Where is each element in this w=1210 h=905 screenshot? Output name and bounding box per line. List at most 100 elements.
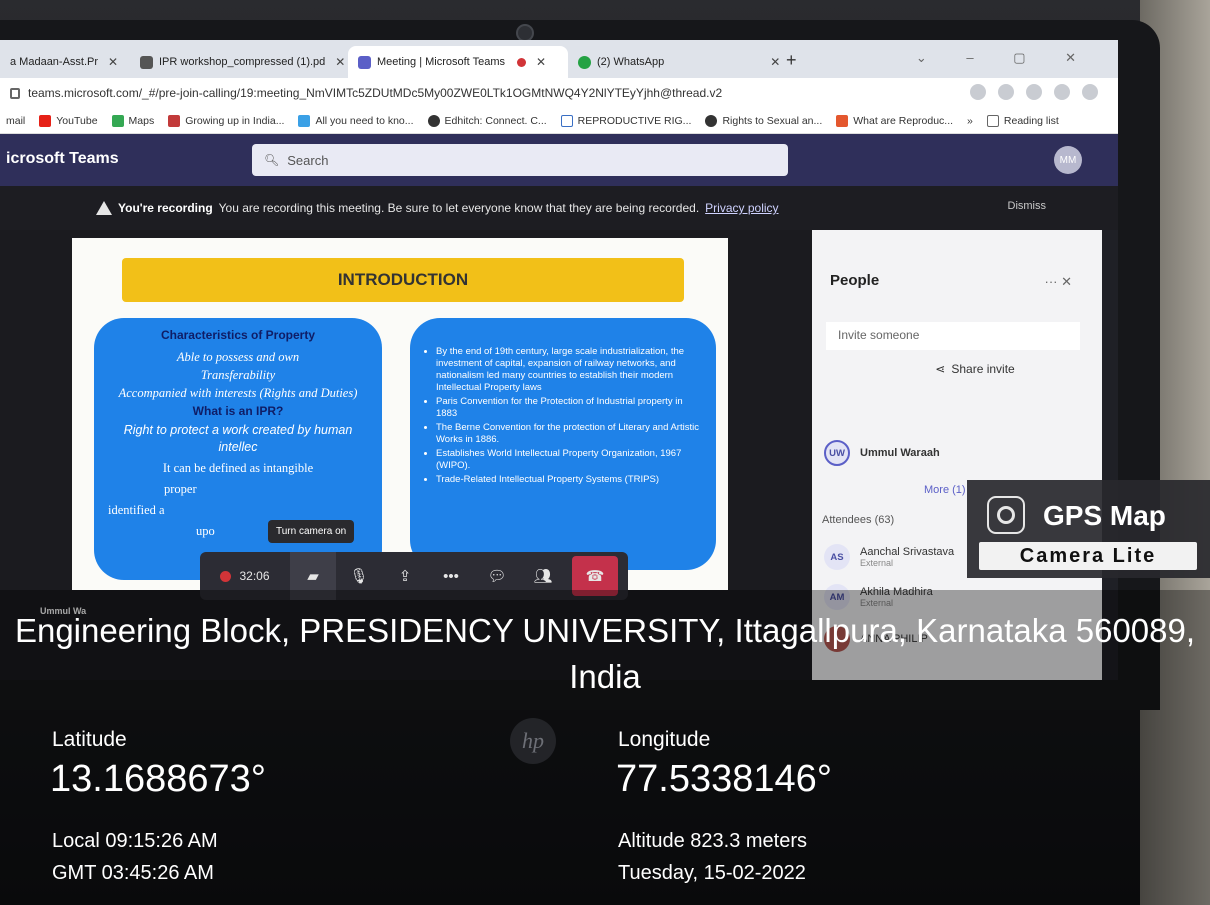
globe-icon xyxy=(140,55,153,69)
ipr-question: What is an IPR? xyxy=(192,404,284,418)
gps-map-badge: GPS Map Camera Lite xyxy=(967,480,1210,578)
warning-icon xyxy=(96,201,112,215)
close-icon[interactable]: ✕ xyxy=(770,55,780,69)
tab-whatsapp[interactable]: (2) WhatsApp ✕ xyxy=(568,46,782,78)
privacy-policy-link[interactable]: Privacy policy xyxy=(705,201,778,215)
app-title: icrosoft Teams xyxy=(6,150,119,167)
window-controls[interactable]: ⌄ – ▢ ✕ xyxy=(916,50,1094,66)
longitude-value: 77.5338146° xyxy=(616,758,832,800)
ipr-definition-3: identified a xyxy=(108,503,165,517)
ipr-answer: Right to protect a work created by human… xyxy=(123,423,353,454)
bookmark-what-are[interactable]: What are Reproduc... xyxy=(836,114,953,127)
tab-madaan[interactable]: a Madaan-Asst.Pr ✕ xyxy=(0,46,130,78)
recording-text: You are recording this meeting. Be sure … xyxy=(218,201,700,215)
youtube-icon xyxy=(39,114,52,127)
tab-ipr-workshop[interactable]: IPR workshop_compressed (1).pd ✕ xyxy=(130,46,348,78)
slide-bullet: Establishes World Intellectual Property … xyxy=(436,448,702,472)
gps-badge-sub: Camera Lite xyxy=(979,542,1197,570)
more-icon: ••• xyxy=(443,567,459,585)
share-icon[interactable] xyxy=(1026,84,1042,100)
share-invite-label: Share invite xyxy=(951,362,1015,376)
avatar: UW xyxy=(824,440,850,466)
lock-icon xyxy=(10,87,20,99)
tab-label: a Madaan-Asst.Pr xyxy=(10,56,99,68)
bookmark-mail[interactable]: mail xyxy=(6,115,25,127)
new-tab-icon[interactable]: + xyxy=(786,50,797,71)
property-heading: Characteristics of Property xyxy=(160,328,316,342)
recording-dot-icon xyxy=(220,570,232,582)
reading-list[interactable]: Reading list xyxy=(986,114,1059,127)
close-icon[interactable]: ✕ xyxy=(536,55,546,69)
hp-logo: hp xyxy=(510,718,556,764)
star-icon[interactable] xyxy=(1054,84,1070,100)
address-bar[interactable]: teams.microsoft.com/_#/pre-join-calling/… xyxy=(0,78,1118,108)
close-icon[interactable]: ✕ xyxy=(335,55,345,69)
property-item: Able to possess and own xyxy=(176,350,300,364)
share-invite-button[interactable]: ⋖ Share invite xyxy=(880,356,1070,382)
bookmark-icon xyxy=(298,114,311,127)
attendee-row[interactable]: AS Aanchal Srivastava External xyxy=(824,544,954,570)
bookmark-youtube[interactable]: YouTube xyxy=(39,114,98,127)
close-icon[interactable]: ··· ✕ xyxy=(1045,274,1073,290)
reading-list-icon xyxy=(986,114,999,127)
extension-icon[interactable] xyxy=(970,84,986,100)
bookmark-all-you-need[interactable]: All you need to kno... xyxy=(298,114,414,127)
bookmark-icon xyxy=(168,114,181,127)
slide-right-box: By the end of 19th century, large scale … xyxy=(410,318,716,570)
zoom-icon[interactable] xyxy=(998,84,1014,100)
profile-icon[interactable] xyxy=(1082,84,1098,100)
avatar[interactable]: MM xyxy=(1054,146,1082,174)
bookmarks-bar: mail YouTube Maps Growing up in India...… xyxy=(0,108,1118,134)
person-name: Ummul Waraah xyxy=(860,447,940,459)
slide-bullet: Paris Convention for the Protection of I… xyxy=(436,396,702,420)
property-item: Transferability xyxy=(200,368,276,382)
shared-slide: INTRODUCTION Characteristics of Property… xyxy=(72,238,728,590)
bookmark-edhitch[interactable]: Edhitch: Connect. C... xyxy=(427,114,547,127)
recording-dot-icon xyxy=(516,57,526,67)
globe-icon xyxy=(427,114,440,127)
url-text: teams.microsoft.com/_#/pre-join-calling/… xyxy=(28,86,723,100)
ipr-definition-2: proper xyxy=(164,482,197,496)
photo-background: a Madaan-Asst.Pr ✕ IPR workshop_compresse… xyxy=(0,0,1210,905)
toolbar-icons xyxy=(970,84,1098,100)
laptop-screen: a Madaan-Asst.Pr ✕ IPR workshop_compresse… xyxy=(0,40,1118,680)
location-address: Engineering Block, PRESIDENCY UNIVERSITY… xyxy=(14,612,1196,695)
property-item: Accompanied with interests (Rights and D… xyxy=(118,386,358,400)
slide-bullet: The Berne Convention for the protection … xyxy=(436,422,702,446)
recording-bold: You're recording xyxy=(118,201,213,215)
invite-input[interactable]: Invite someone xyxy=(826,322,1080,350)
tab-label: (2) WhatsApp xyxy=(597,56,665,68)
tab-label: IPR workshop_compressed (1).pd xyxy=(159,56,326,68)
bookmark-reproductive[interactable]: REPRODUCTIVE RIG... xyxy=(560,114,691,127)
latitude-value: 13.1688673° xyxy=(50,758,266,800)
slide-bullet: By the end of 19th century, large scale … xyxy=(436,346,702,394)
timer-text: 32:06 xyxy=(239,569,270,583)
camera-off-icon: ▰ xyxy=(307,568,319,585)
tab-label: Meeting | Microsoft Teams xyxy=(377,56,505,68)
tab-teams-meeting[interactable]: Meeting | Microsoft Teams ✕ xyxy=(348,46,568,78)
bookmark-maps[interactable]: Maps xyxy=(111,114,154,127)
person-name: Aanchal Srivastava xyxy=(860,546,955,558)
bookmark-rights[interactable]: Rights to Sexual an... xyxy=(705,114,822,127)
share-icon: ⋖ xyxy=(935,362,946,376)
browser-tab-strip: a Madaan-Asst.Pr ✕ IPR workshop_compresse… xyxy=(0,40,1118,78)
maps-icon xyxy=(111,114,124,127)
people-title: People xyxy=(830,272,880,289)
teams-header: icrosoft Teams 🔍︎ Search MM xyxy=(0,134,1118,186)
search-placeholder: Search xyxy=(287,152,329,168)
person-sub: External xyxy=(860,558,894,568)
people-icon: 👥︎ xyxy=(533,568,553,585)
ipr-definition: It can be defined as intangible xyxy=(162,461,314,475)
gps-badge-name: GPS Map xyxy=(1043,500,1166,531)
camera-tooltip: Turn camera on xyxy=(268,520,355,543)
more-link[interactable]: More (1) xyxy=(924,484,966,496)
organizer-row[interactable]: UW Ummul Waraah xyxy=(824,440,940,466)
bookmark-growing-up[interactable]: Growing up in India... xyxy=(168,114,284,127)
bookmark-overflow[interactable]: » xyxy=(967,115,973,127)
recording-banner: You're recording You are recording this … xyxy=(0,186,1118,230)
search-input[interactable]: 🔍︎ Search xyxy=(252,144,788,176)
avatar: AS xyxy=(824,544,850,570)
close-icon[interactable]: ✕ xyxy=(108,55,118,69)
dismiss-button[interactable]: Dismiss xyxy=(1008,200,1047,212)
attendees-header[interactable]: Attendees (63) xyxy=(822,514,894,526)
